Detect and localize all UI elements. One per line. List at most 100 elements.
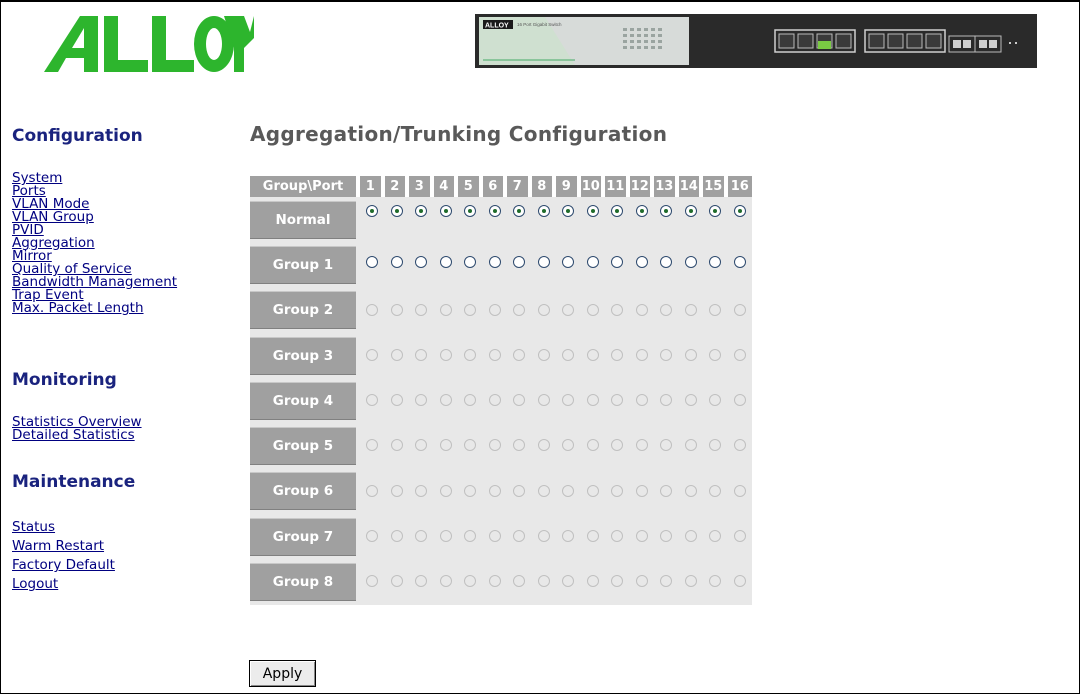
- radio-cell: [605, 332, 630, 379]
- radio-cell: [384, 332, 409, 379]
- port-radio: [733, 348, 746, 361]
- radio-cell: [458, 242, 483, 288]
- port-radio[interactable]: [439, 256, 452, 269]
- port-radio[interactable]: [611, 205, 624, 217]
- port-radio: [562, 394, 575, 407]
- port-radio[interactable]: [366, 205, 379, 217]
- port-radio[interactable]: [513, 256, 526, 269]
- switch-model-text: 16 Port Gigabit Switch: [517, 22, 562, 27]
- radio-cell: [629, 423, 654, 469]
- radio-cell: [556, 468, 581, 515]
- header-port-11: 11: [605, 176, 630, 197]
- port-radio: [586, 575, 599, 588]
- port-radio: [415, 530, 428, 543]
- port-radio[interactable]: [586, 205, 599, 217]
- port-radio[interactable]: [684, 256, 697, 269]
- port-radio[interactable]: [562, 256, 575, 269]
- radio-cell: [531, 242, 556, 288]
- port-radio: [611, 394, 624, 407]
- port-radio[interactable]: [415, 256, 428, 269]
- port-radio[interactable]: [635, 256, 648, 269]
- port-radio[interactable]: [488, 205, 501, 217]
- port-radio: [611, 303, 624, 316]
- radio-cell: [482, 423, 507, 469]
- header-port-14: 14: [678, 176, 703, 197]
- apply-button[interactable]: Apply: [249, 660, 316, 687]
- port-radio: [464, 303, 477, 316]
- port-radio[interactable]: [709, 205, 722, 217]
- port-radio: [390, 575, 403, 588]
- port-radio[interactable]: [537, 256, 550, 269]
- port-radio: [537, 530, 550, 543]
- radio-cell: [384, 287, 409, 333]
- port-radio[interactable]: [366, 256, 379, 269]
- port-radio[interactable]: [684, 205, 697, 217]
- radio-cell: [531, 332, 556, 379]
- radio-cell: [654, 197, 679, 243]
- port-radio: [464, 439, 477, 452]
- radio-cell: [433, 514, 458, 560]
- radio-cell: [433, 332, 458, 379]
- port-radio[interactable]: [660, 256, 673, 269]
- port-radio: [611, 575, 624, 588]
- port-radio: [390, 530, 403, 543]
- port-radio[interactable]: [464, 256, 477, 269]
- port-radio: [415, 439, 428, 452]
- port-radio: [562, 530, 575, 543]
- radio-cell: [360, 423, 385, 469]
- port-radio: [684, 348, 697, 361]
- port-radio[interactable]: [464, 205, 477, 217]
- nav-link-logout[interactable]: Logout: [12, 575, 115, 594]
- radio-cell: [556, 242, 581, 288]
- port-radio[interactable]: [660, 205, 673, 217]
- radio-cell: [727, 559, 752, 605]
- nav-link-detailed-statistics[interactable]: Detailed Statistics: [12, 428, 142, 442]
- port-radio[interactable]: [537, 205, 550, 217]
- port-radio: [390, 303, 403, 316]
- port-radio: [488, 394, 501, 407]
- port-radio[interactable]: [611, 256, 624, 269]
- port-radio: [586, 348, 599, 361]
- port-radio[interactable]: [488, 256, 501, 269]
- port-radio[interactable]: [733, 205, 746, 217]
- port-radio[interactable]: [513, 205, 526, 217]
- port-radio[interactable]: [709, 256, 722, 269]
- port-radio[interactable]: [390, 205, 403, 217]
- radio-cell: [556, 378, 581, 424]
- radio-cell: [360, 514, 385, 560]
- port-radio: [415, 575, 428, 588]
- page-title: Aggregation/Trunking Configuration: [250, 122, 668, 146]
- nav-links-monitoring: Statistics Overview Detailed Statistics: [12, 415, 142, 442]
- nav-link-warm-restart[interactable]: Warm Restart: [12, 537, 115, 556]
- radio-cell: [482, 197, 507, 243]
- radio-cell: [458, 287, 483, 333]
- radio-cell: [433, 559, 458, 605]
- radio-cell: [629, 559, 654, 605]
- port-radio: [415, 348, 428, 361]
- port-radio[interactable]: [439, 205, 452, 217]
- radio-cell: [556, 423, 581, 469]
- port-radio: [513, 394, 526, 407]
- nav-link-factory-default[interactable]: Factory Default: [12, 556, 115, 575]
- port-radio[interactable]: [586, 256, 599, 269]
- alloy-logo: [44, 16, 254, 72]
- port-radio: [537, 484, 550, 497]
- radio-cell: [507, 559, 532, 605]
- port-radio: [439, 484, 452, 497]
- radio-cell: [580, 378, 605, 424]
- port-radio[interactable]: [415, 205, 428, 217]
- port-radio[interactable]: [562, 205, 575, 217]
- switch-photo: ALLOY 16 Port Gigabit Switch: [475, 14, 1037, 68]
- port-radio: [513, 303, 526, 316]
- port-radio[interactable]: [390, 256, 403, 269]
- port-radio[interactable]: [635, 205, 648, 217]
- nav-link-max-packet-length[interactable]: Max. Packet Length: [12, 301, 177, 315]
- radio-cell: [629, 242, 654, 288]
- port-radio[interactable]: [733, 256, 746, 269]
- radio-cell: [654, 423, 679, 469]
- nav-link-status[interactable]: Status: [12, 518, 115, 537]
- header-port-7: 7: [507, 176, 532, 197]
- port-radio: [488, 484, 501, 497]
- header-port-4: 4: [433, 176, 458, 197]
- radio-cell: [605, 514, 630, 560]
